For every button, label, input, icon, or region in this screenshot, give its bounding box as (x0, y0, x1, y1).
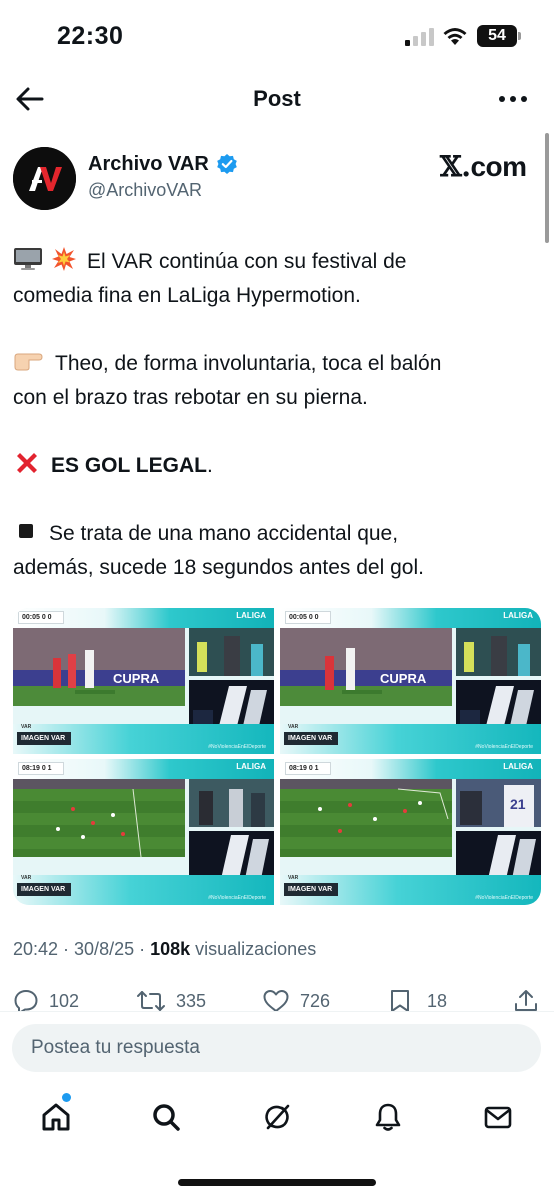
scoreboard: 00:05 0 0 (285, 611, 331, 624)
bell-icon (375, 1103, 401, 1131)
laliga-logo: LALIGA (236, 611, 266, 620)
scrollbar[interactable] (545, 133, 549, 243)
var-replay-wide-pitch (280, 779, 452, 857)
grok-icon (265, 1104, 290, 1130)
nav-grok[interactable] (257, 1097, 297, 1137)
hashtag-caption: #NoViolenciaEnElDeporte (475, 895, 533, 901)
tweet-line-2a: Theo, de forma involuntaria, toca el bal… (55, 352, 442, 375)
svg-text:21: 21 (510, 796, 526, 812)
views-count[interactable]: 108k (150, 939, 190, 959)
tweet-paragraph-3: ES GOL LEGAL. (13, 449, 533, 483)
x-com-watermark: 𝕏.com (440, 150, 527, 183)
bookmark-count: 18 (427, 990, 448, 1011)
envelope-icon (484, 1106, 512, 1129)
reply-composer (0, 1011, 554, 1083)
var-label: VAR (21, 724, 32, 730)
black-square-emoji-icon (19, 524, 33, 539)
status-bar: 22:30 54 (0, 0, 554, 74)
svg-text:CUPRA: CUPRA (380, 671, 427, 686)
battery-cap (518, 32, 521, 40)
laliga-logo: LALIGA (503, 611, 533, 620)
author-name[interactable]: Archivo VAR (88, 153, 209, 176)
repost-count: 335 (176, 990, 207, 1011)
tweet-line-4a: Se trata de una mano accidental que, (49, 522, 399, 545)
battery-indicator: 54 (477, 25, 517, 47)
laliga-logo: LALIGA (236, 762, 266, 771)
reply-count: 102 (49, 990, 80, 1011)
status-time: 22:30 (57, 22, 124, 50)
nav-messages[interactable] (478, 1097, 518, 1137)
archivo-var-logo (13, 147, 76, 210)
var-room-camera: 21 (456, 779, 541, 827)
svg-text:CUPRA: CUPRA (113, 671, 160, 686)
imagen-var-badge: IMAGEN VAR (284, 732, 339, 745)
hashtag-caption: #NoViolenciaEnElDeporte (475, 744, 533, 750)
imagen-var-badge: IMAGEN VAR (17, 732, 72, 745)
media-grid[interactable]: CUPRA 00:05 0 0 LALIGA VAR IMAGEN VAR #N… (13, 608, 541, 905)
post-header: Post (0, 74, 554, 126)
tweet-emphasis: ES GOL LEGAL (51, 454, 207, 477)
nav-notifications[interactable] (368, 1097, 408, 1137)
search-icon (153, 1104, 180, 1131)
author-handle[interactable]: @ArchivoVAR (88, 180, 202, 201)
desktop-computer-emoji-icon (14, 248, 42, 271)
reply-input[interactable] (12, 1024, 541, 1072)
tweet-paragraph-1: El VAR continúa con su festival de comed… (13, 245, 533, 313)
nav-explore[interactable] (146, 1097, 186, 1137)
var-replay-stadium-closeup: CUPRA (13, 628, 185, 706)
var-label: VAR (288, 724, 299, 730)
wifi-icon (443, 28, 467, 45)
var-room-camera (456, 628, 541, 676)
like-count: 726 (300, 990, 331, 1011)
hashtag-caption: #NoViolenciaEnElDeporte (208, 744, 266, 750)
post-metadata: 20:42 · 30/8/25 · 108k visualizaciones (13, 939, 316, 960)
pointing-right-emoji-icon (14, 353, 43, 371)
imagen-var-badge: IMAGEN VAR (284, 883, 339, 896)
var-label: VAR (21, 875, 32, 881)
tweet-line-3-tail: . (206, 454, 213, 477)
page-title: Post (253, 86, 301, 111)
tweet-line-2b: con el brazo tras rebotar en su pierna. (13, 386, 368, 409)
media-image-3[interactable]: 08:19 0 1 LALIGA VAR IMAGEN VAR #NoViole… (13, 759, 274, 905)
tweet-paragraph-2: Theo, de forma involuntaria, toca el bal… (13, 347, 533, 415)
avatar[interactable] (13, 147, 76, 210)
scoreboard: 08:19 0 1 (18, 762, 64, 775)
tweet-line-1b: comedia fina en LaLiga Hypermotion. (13, 284, 361, 307)
imagen-var-badge: IMAGEN VAR (17, 883, 72, 896)
views-label: visualizaciones (190, 939, 317, 959)
post-timestamp[interactable]: 20:42 · 30/8/25 · (13, 939, 150, 959)
tweet-text: El VAR continúa con su festival de comed… (13, 245, 533, 585)
var-label: VAR (288, 875, 299, 881)
media-image-2[interactable]: CUPRA 00:05 0 0 LALIGA VAR IMAGEN VAR #N… (280, 608, 541, 754)
home-icon (42, 1103, 70, 1131)
x-com-text: com (470, 151, 527, 182)
var-replay-wide-pitch (13, 779, 185, 857)
media-image-4[interactable]: 21 08:19 0 1 LALIGA VAR IMAGEN VAR #NoVi… (280, 759, 541, 905)
var-room-camera (189, 779, 274, 827)
var-room-camera (189, 628, 274, 676)
more-options-icon[interactable] (498, 90, 528, 108)
hashtag-caption: #NoViolenciaEnElDeporte (208, 895, 266, 901)
notification-dot (62, 1093, 71, 1102)
cellular-signal-icon (405, 28, 435, 46)
tweet-line-4b: además, sucede 18 segundos antes del gol… (13, 556, 424, 579)
var-replay-stadium-closeup: CUPRA (280, 628, 452, 706)
scoreboard: 00:05 0 0 (18, 611, 64, 624)
home-indicator (178, 1179, 376, 1186)
scoreboard: 08:19 0 1 (285, 762, 331, 775)
verified-badge-icon (217, 154, 237, 174)
cross-mark-emoji-icon (17, 453, 37, 474)
x-logo-glyph: 𝕏. (440, 150, 471, 183)
laliga-logo: LALIGA (503, 762, 533, 771)
tweet-line-1a: El VAR continúa con su festival de (87, 250, 407, 273)
media-image-1[interactable]: CUPRA 00:05 0 0 LALIGA VAR IMAGEN VAR #N… (13, 608, 274, 754)
collision-emoji-icon (52, 247, 76, 272)
nav-home[interactable] (36, 1097, 76, 1137)
tweet-paragraph-4: Se trata de una mano accidental que, ade… (13, 517, 533, 585)
